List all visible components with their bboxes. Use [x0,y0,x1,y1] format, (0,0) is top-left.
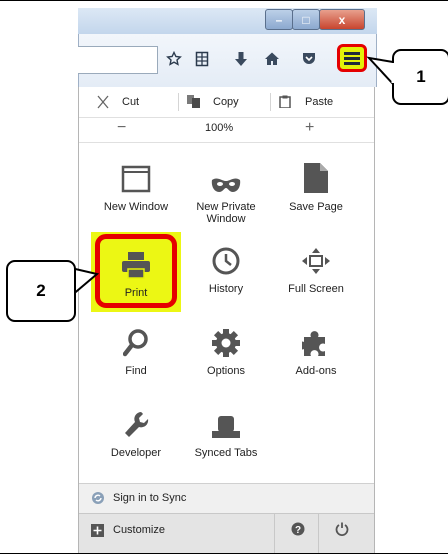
home-icon[interactable] [263,50,281,68]
minimize-button[interactable]: – [265,9,293,30]
edit-controls: Cut Copy Paste [79,87,374,118]
close-button[interactable]: x [319,9,365,30]
fullscreen-icon [302,248,330,274]
quit-button[interactable] [335,522,349,541]
zoom-level[interactable]: 100% [205,122,233,134]
highlight-ring [95,234,177,308]
maximize-button[interactable]: □ [292,9,320,30]
top-rule [0,0,448,1]
power-icon [335,522,349,536]
bookmark-star-icon[interactable] [165,50,183,68]
main-menu-panel: Cut Copy Paste − 100% + New Window New P… [78,87,375,554]
scissors-icon [97,95,109,109]
gear-icon [212,329,240,357]
options-button[interactable]: Options [181,323,271,377]
plus-square-icon [91,524,104,537]
find-button[interactable]: Find [91,323,181,377]
search-input[interactable] [78,46,158,74]
synced-tabs-button[interactable]: Synced Tabs [181,405,271,459]
window-icon [121,165,151,193]
divider [270,93,271,111]
divider [318,514,319,554]
clock-icon [212,247,240,275]
copy-icon [187,95,200,108]
new-private-window-button[interactable]: New Private Window [181,159,271,225]
add-ons-button[interactable]: Add-ons [271,323,361,377]
zoom-controls: − 100% + [79,117,374,143]
wrench-icon [125,412,149,437]
synced-tabs-icon [212,416,240,438]
customize-button[interactable]: Customize [79,514,269,554]
hamburger-menu-icon [344,51,360,65]
customize-footer: Customize ? [79,513,374,554]
reading-list-icon[interactable] [193,50,211,68]
help-button[interactable]: ? [291,522,305,541]
puzzle-icon [302,331,325,356]
callout-2: 2 [6,260,76,322]
download-icon[interactable] [232,50,250,68]
clipboard-icon [279,95,291,108]
developer-button[interactable]: Developer [91,405,181,459]
callout-1: 1 [392,49,448,105]
private-mask-icon [211,178,241,192]
history-button[interactable]: History [181,241,271,295]
copy-button[interactable]: Copy [187,95,239,108]
pocket-icon[interactable] [300,50,318,68]
zoom-in-button[interactable]: + [305,119,314,137]
full-screen-button[interactable]: Full Screen [271,241,361,295]
sync-icon [92,492,104,504]
magnifier-icon [123,329,148,357]
svg-text:?: ? [295,525,301,536]
divider [178,93,179,111]
paste-button[interactable]: Paste [279,95,333,108]
divider [274,514,275,554]
zoom-out-button[interactable]: − [117,119,126,137]
new-window-button[interactable]: New Window [91,159,181,213]
page-icon [304,163,328,193]
window-controls: – □ x [265,9,365,30]
help-icon: ? [291,522,305,536]
cut-button[interactable]: Cut [96,95,139,109]
save-page-button[interactable]: Save Page [271,159,361,213]
sign-in-to-sync-button[interactable]: Sign in to Sync [79,483,374,514]
hamburger-menu-button[interactable] [337,44,367,72]
